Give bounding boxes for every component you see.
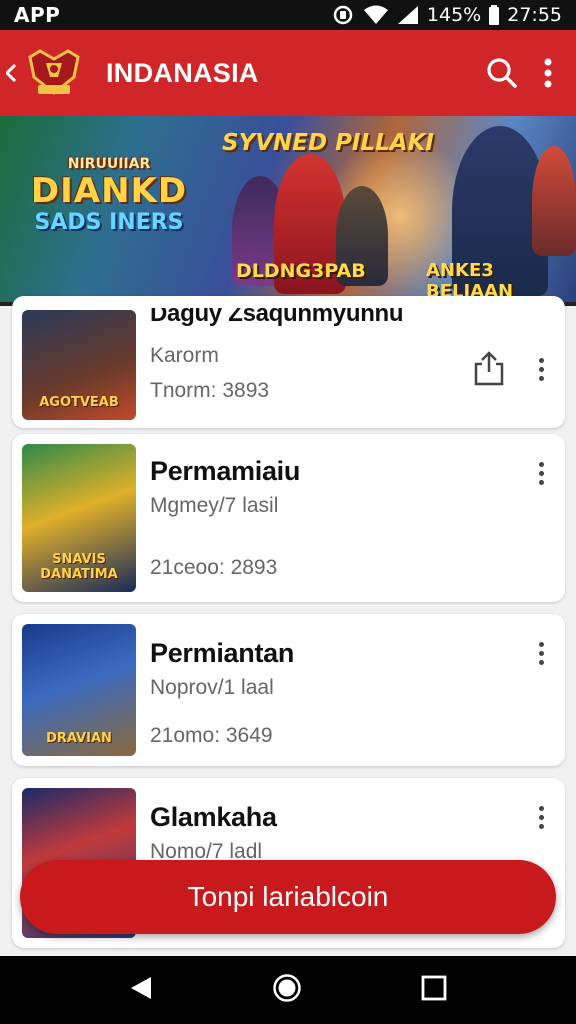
status-bar: APP 145% 27:55 bbox=[0, 0, 576, 30]
list-item[interactable]: SNAVIS DANATIMA Permamiaiu Mgmey/7 lasil… bbox=[12, 434, 565, 602]
game-thumbnail: DRAVIAN bbox=[22, 624, 136, 756]
nav-recents-button[interactable] bbox=[421, 975, 447, 1006]
banner-title: NIRUUIIAR DIANKD SADS INERS bbox=[24, 156, 194, 235]
clock: 27:55 bbox=[507, 4, 562, 26]
item-subtitle: Karorm bbox=[150, 344, 219, 367]
sync-icon bbox=[331, 4, 355, 26]
game-thumbnail: SNAVIS DANATIMA bbox=[22, 444, 136, 592]
item-subtitle: Noprov/1 laal bbox=[150, 676, 274, 699]
nav-back-button[interactable] bbox=[129, 975, 153, 1006]
system-nav-bar bbox=[0, 956, 576, 1024]
item-title: Permiantan bbox=[150, 638, 295, 668]
app-bar: INDANASIA bbox=[0, 30, 576, 116]
recents-square-icon bbox=[421, 975, 447, 1000]
back-icon bbox=[6, 64, 16, 82]
promo-banner[interactable]: SYVNED PILLAKI NIRUUIIAR DIANKD SADS INE… bbox=[0, 116, 576, 306]
game-thumbnail: AGOTVEAB bbox=[22, 310, 136, 420]
battery-icon bbox=[489, 5, 500, 25]
banner-title-sub: SADS INERS bbox=[34, 210, 184, 235]
primary-action-button[interactable]: Tonpi lariablcoin bbox=[20, 860, 556, 934]
share-button[interactable] bbox=[473, 350, 505, 391]
banner-hero-far-right bbox=[532, 146, 576, 256]
status-app-label: APP bbox=[14, 3, 61, 27]
app-logo[interactable] bbox=[24, 45, 84, 101]
thumbnail-text: DRAVIAN bbox=[46, 731, 112, 746]
back-button[interactable] bbox=[0, 30, 22, 116]
search-icon bbox=[487, 58, 517, 88]
banner-title-small: NIRUUIIAR bbox=[67, 156, 151, 172]
overflow-menu-button[interactable] bbox=[544, 58, 552, 88]
signal-icon bbox=[397, 5, 419, 25]
item-more-button[interactable] bbox=[531, 354, 551, 384]
status-icons: 145% 27:55 bbox=[331, 4, 562, 26]
banner-title-main: DIANKD bbox=[30, 171, 188, 211]
item-title: Glamkaha bbox=[150, 802, 277, 832]
item-subtitle: Mgmey/7 lasil bbox=[150, 494, 279, 517]
battery-level: 145% bbox=[426, 4, 482, 26]
item-title: Daguy Zsaqunmyunnu bbox=[150, 300, 404, 327]
item-more-button[interactable] bbox=[531, 638, 551, 668]
home-circle-icon bbox=[273, 973, 301, 1002]
banner-top-text: SYVNED PILLAKI bbox=[222, 130, 434, 156]
thumbnail-text: SNAVIS DANATIMA bbox=[40, 552, 118, 582]
back-triangle-icon bbox=[131, 976, 152, 999]
item-meta: 21ceoo: 2893 bbox=[150, 556, 278, 579]
nav-home-button[interactable] bbox=[272, 973, 302, 1008]
more-vert-icon bbox=[544, 58, 552, 88]
banner-caption-left: DLDNG3PAB bbox=[236, 260, 366, 282]
item-more-button[interactable] bbox=[531, 802, 551, 832]
item-title: Permamiaiu bbox=[150, 456, 301, 486]
item-meta: Tnorm: 3893 bbox=[150, 379, 270, 402]
wifi-icon bbox=[363, 5, 389, 25]
share-icon bbox=[474, 351, 504, 386]
list-item[interactable]: AGOTVEAB Daguy Zsaqunmyunnu Karorm Tnorm… bbox=[12, 296, 565, 428]
list-item[interactable]: DRAVIAN Permiantan Noprov/1 laal 21omo: … bbox=[12, 614, 565, 766]
item-more-button[interactable] bbox=[531, 458, 551, 488]
search-button[interactable] bbox=[486, 57, 518, 89]
item-meta: 21omo: 3649 bbox=[150, 724, 273, 747]
app-title: INDANASIA bbox=[106, 57, 259, 88]
thumbnail-text: AGOTVEAB bbox=[39, 395, 119, 410]
